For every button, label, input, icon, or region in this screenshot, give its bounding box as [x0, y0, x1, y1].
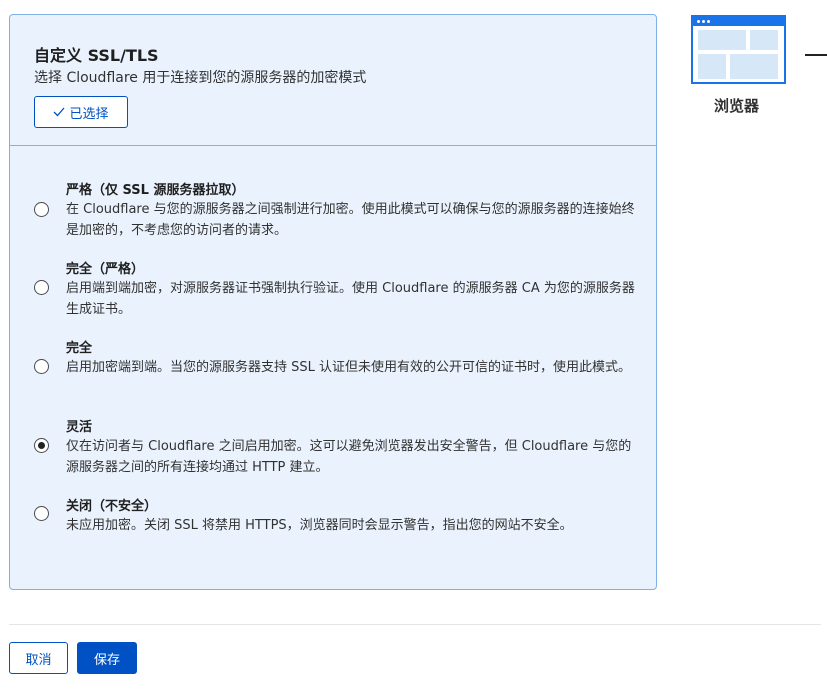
option-title: 关闭（不安全） — [66, 499, 158, 514]
footer-divider — [9, 624, 821, 625]
option-description: 启用加密端到端。当您的源服务器支持 SSL 认证但未使用有效的公开可信的证书时，… — [66, 360, 632, 375]
option-title: 完全 — [66, 341, 93, 356]
browser-content-block — [698, 30, 746, 50]
radio-full-strict[interactable] — [34, 280, 49, 295]
connection-line — [805, 54, 827, 56]
option-description: 未应用加密。关闭 SSL 将禁用 HTTPS，浏览器同时会显示警告，指出您的网站… — [66, 518, 573, 533]
radio-flexible[interactable] — [34, 438, 49, 453]
check-icon — [54, 107, 65, 117]
option-title: 严格（仅 SSL 源服务器拉取） — [66, 183, 245, 198]
browser-content-block — [750, 30, 778, 50]
radio-full[interactable] — [34, 359, 49, 374]
option-title: 完全（严格） — [66, 262, 145, 277]
browser-label: 浏览器 — [714, 97, 760, 115]
panel-header: 自定义 SSL/TLS 选择 Cloudflare 用于连接到您的源服务器的加密… — [10, 15, 656, 146]
radio-off[interactable] — [34, 506, 49, 521]
selected-label: 已选择 — [69, 106, 109, 122]
option-description: 启用端到端加密，对源服务器证书强制执行验证。使用 Cloudflare 的源服务… — [66, 281, 635, 317]
panel-subtitle: 选择 Cloudflare 用于连接到您的源服务器的加密模式 — [34, 70, 367, 86]
radio-strict-ssl-only[interactable] — [34, 202, 49, 217]
browser-content-block — [698, 54, 726, 79]
option-description: 在 Cloudflare 与您的源服务器之间强制进行加密。使用此模式可以确保与您… — [66, 202, 635, 238]
window-dot — [702, 20, 705, 23]
panel-title: 自定义 SSL/TLS — [34, 46, 159, 65]
option-title: 灵活 — [66, 420, 93, 435]
browser-icon — [691, 15, 786, 84]
cancel-button[interactable]: 取消 — [9, 642, 68, 674]
browser-content-block — [730, 54, 778, 79]
window-dot — [707, 20, 710, 23]
window-dot — [697, 20, 700, 23]
browser-title-bar — [693, 17, 784, 26]
save-button[interactable]: 保存 — [77, 642, 137, 674]
selected-button[interactable]: 已选择 — [34, 96, 128, 128]
option-description: 仅在访问者与 Cloudflare 之间启用加密。这可以避免浏览器发出安全警告，… — [66, 439, 632, 475]
ssl-mode-panel: 自定义 SSL/TLS 选择 Cloudflare 用于连接到您的源服务器的加密… — [9, 14, 657, 590]
